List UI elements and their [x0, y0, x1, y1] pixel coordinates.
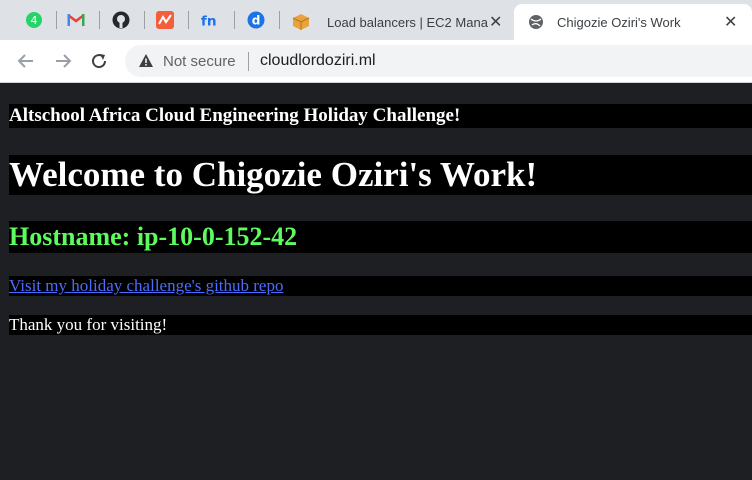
tab-separator	[279, 11, 280, 29]
aws-box-icon	[292, 14, 310, 30]
github-repo-link[interactable]: Visit my holiday challenge's github repo	[9, 276, 283, 295]
tab-separator	[99, 11, 100, 29]
repo-link-row: Visit my holiday challenge's github repo	[9, 276, 752, 296]
close-tab-icon[interactable]: ✕	[489, 12, 502, 32]
url-text[interactable]: cloudlordoziri.ml	[260, 52, 376, 70]
github-icon	[112, 11, 130, 29]
pinned-tab-fn[interactable]: fn	[200, 10, 220, 30]
globe-icon	[529, 15, 543, 29]
gmail-icon	[67, 14, 85, 26]
back-arrow-icon	[17, 54, 33, 68]
close-tab-icon[interactable]: ✕	[724, 12, 737, 32]
tab-title: Chigozie Oziri's Work	[557, 14, 681, 30]
tab-separator	[56, 11, 57, 29]
hostname-heading: Hostname: ip-10-0-152-42	[9, 221, 752, 253]
reload-button[interactable]	[87, 49, 111, 73]
svg-text:d: d	[252, 14, 261, 28]
svg-text:4: 4	[31, 14, 38, 27]
back-button[interactable]	[14, 49, 38, 73]
tab-strip: 4 fn d Load balancers | EC2 Mana ✕ Chigo…	[0, 0, 752, 40]
security-label[interactable]: Not secure	[163, 53, 236, 70]
warning-triangle-icon	[139, 54, 153, 67]
fn-icon: fn	[201, 13, 217, 29]
pinned-tab-netlify[interactable]	[155, 10, 175, 30]
tab-load-balancers[interactable]: Load balancers | EC2 Mana ✕	[284, 4, 512, 40]
thanks-text: Thank you for visiting!	[9, 315, 752, 335]
omnibox-divider	[248, 52, 249, 71]
tab-separator	[188, 11, 189, 29]
tab-separator	[234, 11, 235, 29]
tab-title: Load balancers | EC2 Mana	[327, 14, 488, 30]
pinned-tab-d[interactable]: d	[246, 10, 266, 30]
d-icon: d	[247, 11, 265, 29]
page-heading: Welcome to Chigozie Oziri's Work!	[9, 155, 752, 195]
netlify-icon	[156, 11, 174, 29]
address-bar[interactable]: Not secure cloudlordoziri.ml	[125, 45, 752, 77]
forward-button[interactable]	[51, 49, 75, 73]
svg-text:fn: fn	[201, 13, 217, 29]
page-subheading: Altschool Africa Cloud Engineering Holid…	[9, 104, 752, 128]
whatsapp-icon: 4	[26, 12, 42, 28]
pinned-tab-github[interactable]	[111, 10, 131, 30]
page-content: Altschool Africa Cloud Engineering Holid…	[0, 83, 752, 480]
tab-chigozie-oziri[interactable]: Chigozie Oziri's Work ✕	[514, 4, 752, 40]
pinned-tab-whatsapp[interactable]: 4	[24, 10, 44, 30]
reload-icon	[92, 54, 107, 69]
forward-arrow-icon	[56, 54, 72, 68]
browser-toolbar: Not secure cloudlordoziri.ml	[0, 40, 752, 83]
tab-separator	[144, 11, 145, 29]
pinned-tab-gmail[interactable]	[66, 10, 86, 30]
